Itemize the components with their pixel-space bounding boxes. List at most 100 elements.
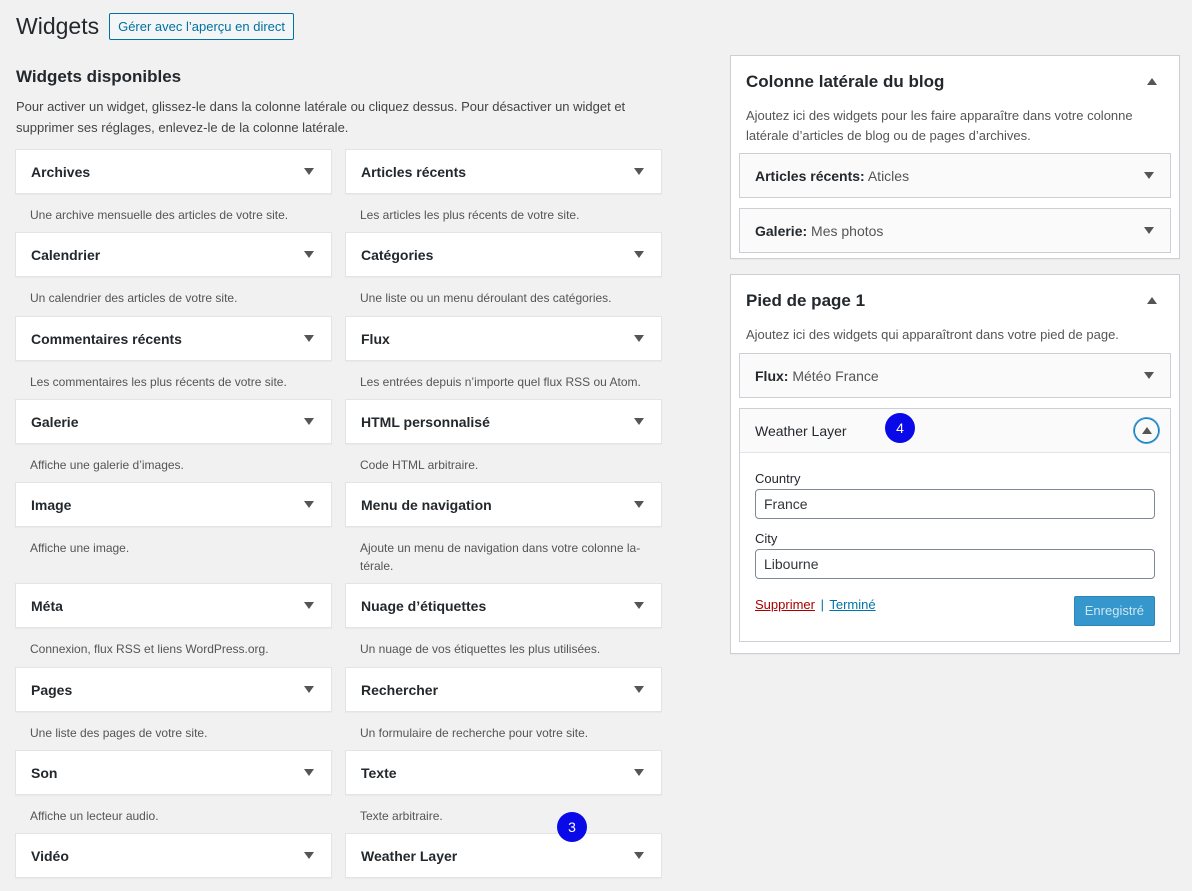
country-field-group: Country [755,471,1155,519]
widget-title: Galerie [31,413,79,430]
widget-toggle[interactable]: Archives [15,149,332,194]
widget-title: Calendrier [31,246,101,263]
widget-description: Un nuage de vos étiquettes les plus util… [360,642,601,656]
widget-title: Image [31,496,72,513]
widget-toggle[interactable]: Flux: Météo France [740,354,1170,397]
widget-title: Articles récents: Aticles [755,168,909,184]
arrow-down-icon [304,852,314,859]
widget-form: Country City Supprimer | Terminé Enregis… [740,453,1170,641]
widget-control-links: Supprimer | Terminé [755,597,876,612]
widget-toggle[interactable]: Image [15,482,332,527]
widget-toggle[interactable]: Catégories [345,232,662,277]
widget-toggle[interactable]: Weather Layer [345,833,662,878]
widget-toggle[interactable]: Articles récents: Aticles [740,154,1170,197]
widget-toggle[interactable]: Pages [15,667,332,712]
arrow-down-icon [634,602,644,609]
widget-title: HTML personnalisé [361,413,490,430]
sidebar-description: Ajoutez ici des widgets qui apparaîtront… [746,327,1119,342]
widget-title: Texte [361,764,397,781]
annotation-badge-4: 4 [885,413,915,443]
widget-toggle[interactable]: Méta [15,583,332,628]
country-input[interactable] [755,489,1155,519]
widget-toggle[interactable]: Articles récents [345,149,662,194]
widget-toggle[interactable]: Galerie [15,399,332,444]
annotation-badge-3: 3 [557,812,587,842]
widget-description: Texte arbitraire. [360,809,443,823]
widget-instance-title: Mes photos [811,222,884,239]
sidebar-widget-articles-recents: Articles récents: Aticles [739,153,1171,198]
widget-description: Les articles les plus récents de votre s… [360,208,580,222]
arrow-down-icon [1144,372,1154,379]
arrow-down-icon [304,501,314,508]
widget-articles-recents: Articles récents Les articles les plus r… [345,149,662,224]
widget-toggle[interactable]: Weather Layer [740,409,1170,453]
link-separator: | [820,597,824,612]
arrow-down-icon [304,251,314,258]
arrow-down-icon [304,335,314,342]
widget-description: Une liste des pages de votre site. [30,726,208,740]
arrow-down-icon [634,251,644,258]
widget-description: Les commentaires les plus récents de vot… [30,375,287,389]
page-header: Widgets Gérer avec l’aperçu en direct [16,12,295,41]
arrow-down-icon [304,418,314,425]
widget-toggle[interactable]: Menu de navigation [345,482,662,527]
delete-link[interactable]: Supprimer [755,597,815,612]
widget-menu-navigation: Menu de navigation Ajoute un menu de nav… [345,482,662,575]
done-link[interactable]: Terminé [829,597,875,612]
arrow-down-icon [634,501,644,508]
widget-calendrier: Calendrier Un calendrier des articles de… [15,232,332,307]
widget-archives: Archives Une archive mensuelle des artic… [15,149,332,224]
sidebar-title: Colonne latérale du blog [746,72,945,91]
widget-flux: Flux Les entrées depuis n’importe quel f… [345,316,662,391]
sidebar-blog: Colonne latérale du blog Ajoutez ici des… [730,55,1180,259]
widget-description: Une liste ou un menu déroulant des catég… [360,291,612,305]
widget-title: Pages [31,681,73,698]
widget-toggle[interactable]: Vidéo [15,833,332,878]
widget-toggle[interactable]: Nuage d’étiquettes [345,583,662,628]
save-button[interactable]: Enregistré [1073,596,1155,626]
widget-toggle[interactable]: Galerie: Mes photos [740,209,1170,252]
widget-toggle[interactable]: Calendrier [15,232,332,277]
widget-image: Image Affiche une image. [15,482,332,557]
widget-toggle[interactable]: Rechercher [345,667,662,712]
widget-toggle[interactable]: Flux [345,316,662,361]
widget-description: Connexion, flux RSS et liens WordPress.o… [30,642,269,656]
city-input[interactable] [755,549,1155,579]
arrow-down-icon [634,769,644,776]
widget-toggle[interactable]: Commentaires récents [15,316,332,361]
collapse-toggle-button[interactable] [1134,418,1159,443]
widget-title: Archives [31,163,91,180]
sidebar-header[interactable]: Colonne latérale du blog [731,56,1179,106]
widget-title: Vidéo [31,847,69,864]
live-preview-button[interactable]: Gérer avec l’aperçu en direct [109,13,295,40]
arrow-up-icon [1141,427,1152,434]
widget-rechercher: Rechercher Un formulaire de recherche po… [345,667,662,742]
arrow-down-icon [304,602,314,609]
widget-toggle[interactable]: HTML personnalisé [345,399,662,444]
city-label: City [755,531,778,546]
country-label: Country [755,471,801,486]
widget-description: Un calendrier des articles de votre site… [30,291,238,305]
widget-description: Affiche un lecteur audio. [30,809,159,823]
widget-toggle[interactable]: Son [15,750,332,795]
sidebar-title: Pied de page 1 [746,291,866,310]
widget-title: Méta [31,597,63,614]
city-field-group: City [755,531,1155,579]
widget-title: Galerie: Mes photos [755,223,883,239]
arrow-down-icon [634,852,644,859]
arrow-up-icon[interactable] [1147,77,1157,85]
widget-weather-layer: Weather Layer [345,833,662,878]
widget-description: Une archive mensuelle des articles de vo… [30,208,289,222]
available-widgets-title: Widgets disponibles [16,67,182,86]
widget-title: Weather Layer [755,422,847,439]
arrow-up-icon[interactable] [1147,296,1157,304]
arrow-down-icon [304,769,314,776]
page-title: Widgets [16,13,100,39]
sidebar-header[interactable]: Pied de page 1 [731,275,1179,325]
widget-title: Rechercher [361,681,439,698]
widget-title: Flux [361,330,390,347]
widget-toggle[interactable]: Texte [345,750,662,795]
sidebar-widget-weather-layer: Weather Layer Country City Supprimer | T… [739,408,1171,642]
arrow-down-icon [304,686,314,693]
widget-title: Articles récents [361,163,467,180]
